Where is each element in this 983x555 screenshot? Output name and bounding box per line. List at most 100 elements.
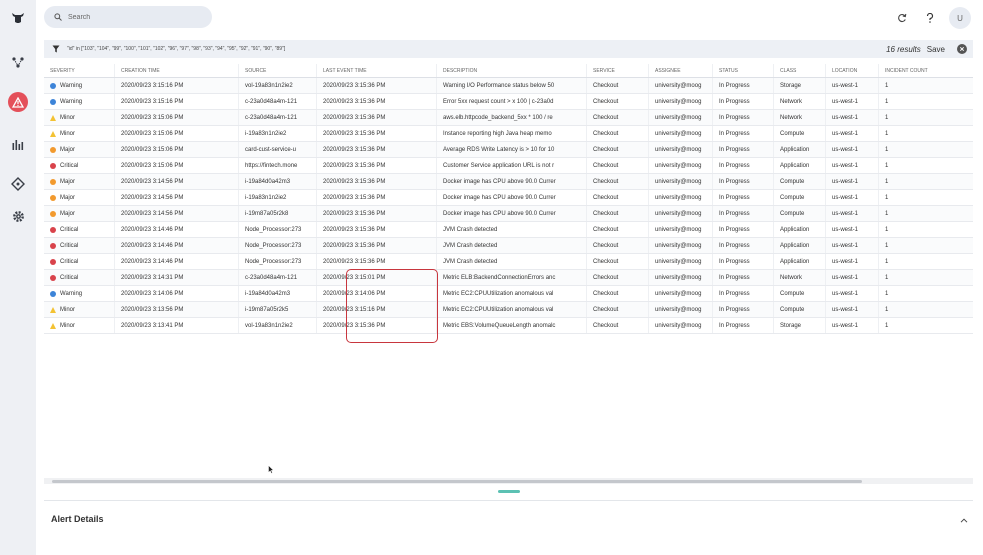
table-row[interactable]: Minor 2020/09/23 3:15:06 PM c-23a0d48a4m-1… bbox=[44, 110, 973, 126]
cell-text: In Progress bbox=[719, 130, 750, 137]
table-row[interactable]: Critical 2020/09/23 3:14:46 PM Node_Proces… bbox=[44, 238, 973, 254]
cell-text: In Progress bbox=[719, 322, 750, 329]
filter-expression[interactable]: "id" in ["103", "104", "99", "100", "101… bbox=[67, 46, 285, 52]
table-cell: 1 bbox=[878, 190, 973, 205]
table-cell: 1 bbox=[878, 158, 973, 173]
table-cell: 1 bbox=[878, 318, 973, 333]
table-row[interactable]: Warning 2020/09/23 3:15:16 PM c-23a0d48a4m… bbox=[44, 94, 973, 110]
column-header[interactable]: Location bbox=[825, 64, 878, 77]
table-cell: Network bbox=[773, 94, 825, 109]
cell-text: Storage bbox=[780, 322, 802, 329]
cell-text: 2020/09/23 3:15:36 PM bbox=[323, 258, 386, 265]
cell-text: university@moog bbox=[655, 242, 702, 249]
table-row[interactable]: Warning 2020/09/23 3:14:06 PM i-19a84d0a42… bbox=[44, 286, 973, 302]
table-row[interactable]: Major 2020/09/23 3:15:06 PM card-cust-serv… bbox=[44, 142, 973, 158]
column-header[interactable]: Assignee bbox=[648, 64, 712, 77]
column-header-label: Last Event Time bbox=[323, 67, 367, 74]
column-header-label: Source bbox=[245, 67, 267, 74]
alerts-icon[interactable] bbox=[0, 88, 36, 116]
table-cell: 2020/09/23 3:15:16 PM bbox=[114, 94, 238, 109]
table-row[interactable]: Critical 2020/09/23 3:14:46 PM Node_Proces… bbox=[44, 222, 973, 238]
cell-text: us-west-1 bbox=[832, 322, 859, 329]
panel-resize-handle[interactable] bbox=[498, 490, 520, 493]
search-box[interactable] bbox=[44, 6, 212, 28]
table-cell: In Progress bbox=[712, 126, 773, 141]
cell-text: c-23a0d48a4m-121 bbox=[245, 114, 298, 121]
clear-filter-icon[interactable] bbox=[957, 44, 967, 54]
cell-text: Application bbox=[780, 258, 810, 265]
table-header-row: Severity Creation Time Source Last Event Ti… bbox=[44, 64, 973, 78]
cell-text: 2020/09/23 3:15:36 PM bbox=[323, 162, 386, 169]
horizontal-scrollbar[interactable] bbox=[44, 478, 973, 484]
cell-text: 1 bbox=[885, 194, 889, 201]
search-input[interactable] bbox=[68, 13, 198, 21]
chevron-up-icon[interactable] bbox=[957, 513, 971, 527]
table-cell: JVM Crash detected bbox=[436, 222, 586, 237]
cell-text: 2020/09/23 3:15:06 PM bbox=[121, 114, 184, 121]
table-row[interactable]: Minor 2020/09/23 3:13:41 PM vol-19a83n1n2i… bbox=[44, 318, 973, 334]
column-header-label: Service bbox=[593, 67, 615, 74]
column-header[interactable]: Status bbox=[712, 64, 773, 77]
column-header[interactable]: Class bbox=[773, 64, 825, 77]
table-cell: 2020/09/23 3:15:06 PM bbox=[114, 142, 238, 157]
cell-text: Checkout bbox=[593, 210, 619, 217]
table-row[interactable]: Major 2020/09/23 3:14:56 PM i-19a83n1n2ie2… bbox=[44, 190, 973, 206]
cell-text: i-19m87a05r2k5 bbox=[245, 306, 289, 313]
cell-text: Compute bbox=[780, 178, 805, 185]
cell-text: 2020/09/23 3:13:41 PM bbox=[121, 322, 184, 329]
cell-text: In Progress bbox=[719, 306, 750, 313]
cell-text: us-west-1 bbox=[832, 194, 859, 201]
cell-text: 1 bbox=[885, 322, 889, 329]
table-row[interactable]: Warning 2020/09/23 3:15:16 PM vol-19a83n1n… bbox=[44, 78, 973, 94]
help-icon[interactable] bbox=[919, 7, 941, 29]
table-row[interactable]: Critical 2020/09/23 3:14:31 PM c-23a0d48a4… bbox=[44, 270, 973, 286]
cell-text: In Progress bbox=[719, 226, 750, 233]
cell-text: us-west-1 bbox=[832, 178, 859, 185]
table-cell: Application bbox=[773, 142, 825, 157]
integrations-icon[interactable] bbox=[0, 170, 36, 198]
column-header-label: Location bbox=[832, 67, 858, 74]
table-row[interactable]: Major 2020/09/23 3:14:56 PM i-19m87a05r2k8… bbox=[44, 206, 973, 222]
column-header[interactable]: Description bbox=[436, 64, 586, 77]
user-avatar[interactable]: U bbox=[949, 7, 971, 29]
cell-text: Compute bbox=[780, 194, 805, 201]
table-row[interactable]: Minor 2020/09/23 3:15:06 PM i-19a83n1n2ie2… bbox=[44, 126, 973, 142]
column-header[interactable]: Severity bbox=[44, 64, 114, 77]
table-cell: In Progress bbox=[712, 110, 773, 125]
table-cell: 1 bbox=[878, 270, 973, 285]
moogsoft-cow-logo-icon[interactable] bbox=[0, 4, 36, 32]
table-row[interactable]: Critical 2020/09/23 3:14:46 PM Node_Proces… bbox=[44, 254, 973, 270]
filter-icon[interactable] bbox=[52, 40, 60, 58]
cell-text: 2020/09/23 3:14:31 PM bbox=[121, 274, 184, 281]
table-cell: In Progress bbox=[712, 190, 773, 205]
column-header[interactable]: Last Event Time bbox=[316, 64, 436, 77]
cell-text: Warning bbox=[60, 98, 83, 105]
workflow-icon[interactable] bbox=[0, 48, 36, 76]
table-row[interactable]: Critical 2020/09/23 3:15:06 PM https://fin… bbox=[44, 158, 973, 174]
table-cell: 2020/09/23 3:15:36 PM bbox=[316, 174, 436, 189]
table-cell: aws.elb.httpcode_backend_5xx * 100 / re bbox=[436, 110, 586, 125]
table-cell: Warning bbox=[44, 286, 114, 301]
bar-chart-icon[interactable] bbox=[0, 130, 36, 158]
table-row[interactable]: Minor 2020/09/23 3:13:56 PM i-19m87a05r2k5… bbox=[44, 302, 973, 318]
table-cell: In Progress bbox=[712, 78, 773, 93]
scrollbar-thumb[interactable] bbox=[52, 480, 862, 483]
gear-icon[interactable] bbox=[0, 202, 36, 230]
cell-text: Metric EBS:VolumeQueueLength anomalc bbox=[443, 322, 556, 329]
column-header[interactable]: Source bbox=[238, 64, 316, 77]
table-cell: Checkout bbox=[586, 142, 648, 157]
column-header[interactable]: Creation Time bbox=[114, 64, 238, 77]
table-cell: i-19a83n1n2ie2 bbox=[238, 190, 316, 205]
table-cell: Checkout bbox=[586, 78, 648, 93]
table-cell: In Progress bbox=[712, 94, 773, 109]
refresh-icon[interactable] bbox=[891, 7, 913, 29]
table-cell: us-west-1 bbox=[825, 302, 878, 317]
table-row[interactable]: Major 2020/09/23 3:14:56 PM i-19a84d0a42m3… bbox=[44, 174, 973, 190]
column-header-label: Incident Count bbox=[885, 67, 928, 74]
cell-text: In Progress bbox=[719, 258, 750, 265]
column-header[interactable]: Service bbox=[586, 64, 648, 77]
column-header[interactable]: Incident Count bbox=[878, 64, 973, 77]
save-filter-button[interactable]: Save bbox=[927, 45, 945, 54]
cell-text: 1 bbox=[885, 258, 889, 265]
table-cell: Compute bbox=[773, 174, 825, 189]
